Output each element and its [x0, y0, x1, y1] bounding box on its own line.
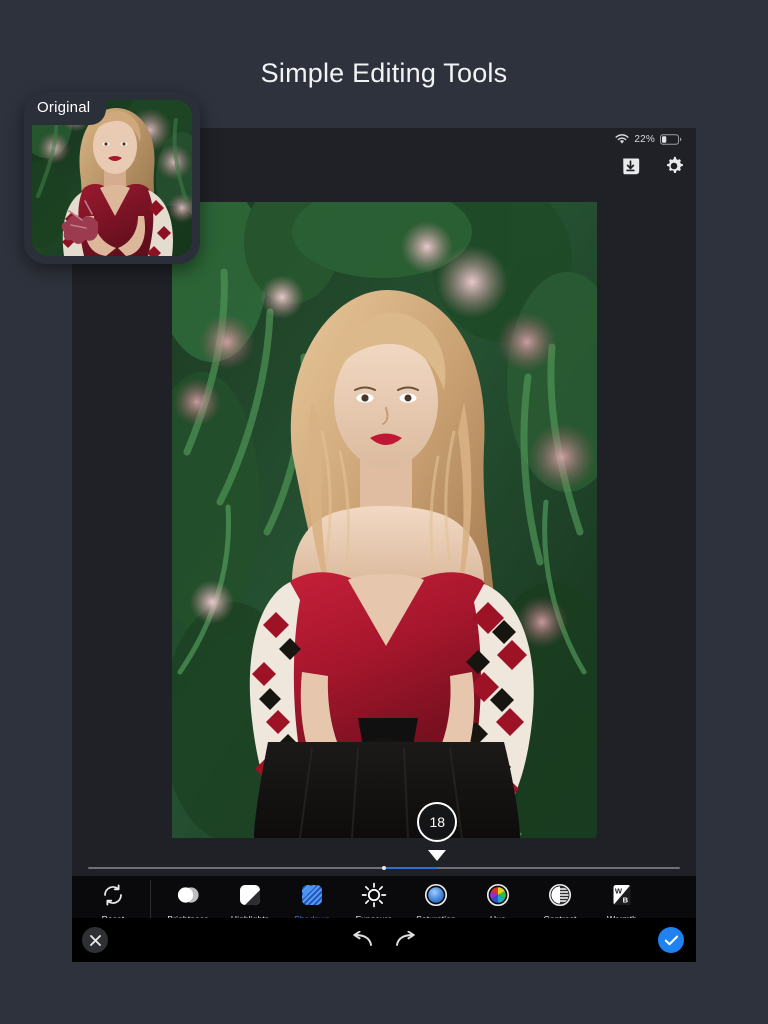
brightness-icon: [177, 887, 199, 903]
slider-fill: [384, 867, 438, 869]
slider-center-tick: [382, 866, 386, 870]
edited-photo[interactable]: [171, 202, 597, 838]
photo-canvas: [72, 180, 696, 892]
original-badge-label: Original: [24, 92, 107, 125]
history-controls: [349, 929, 419, 951]
shadows-icon: [302, 885, 322, 905]
undo-button[interactable]: [349, 929, 375, 951]
bottom-bar: [72, 918, 696, 962]
photo-artwork: [171, 202, 597, 838]
hue-icon: [486, 883, 510, 907]
screenshot-root: Simple Editing Tools 22% 18 W B Original: [0, 0, 768, 1024]
save-button[interactable]: [618, 154, 642, 178]
close-x-icon: [89, 934, 101, 946]
wifi-icon: [615, 133, 629, 144]
undo-arrow-icon: [353, 931, 372, 946]
exposure-icon: [361, 882, 387, 908]
warmth-icon: W B: [613, 885, 631, 905]
tool-exposure[interactable]: Exposure: [343, 876, 405, 924]
warmth-w-letter: W: [615, 886, 623, 895]
warmth-b-letter: B: [623, 895, 629, 904]
checkmark-icon: [664, 935, 678, 945]
reset-icon: [104, 884, 122, 906]
original-preview-card[interactable]: Original: [24, 92, 200, 264]
page-title: Simple Editing Tools: [260, 58, 508, 88]
tool-reset[interactable]: Reset: [82, 876, 144, 924]
battery-percent-label: 22%: [634, 133, 655, 145]
tool-warmth[interactable]: W B Warmth: [591, 876, 653, 924]
adjustment-slider[interactable]: 18: [72, 802, 696, 878]
gear-icon: [667, 156, 683, 173]
redo-button[interactable]: [393, 929, 419, 951]
battery-icon: [660, 133, 682, 145]
tool-contrast[interactable]: Contrast: [529, 876, 591, 924]
tool-highlights[interactable]: Highlights: [219, 876, 281, 924]
tool-saturation[interactable]: Saturation: [405, 876, 467, 924]
app-top-actions: [618, 154, 686, 178]
tool-shadows[interactable]: Shadows: [281, 876, 343, 924]
close-button[interactable]: [82, 927, 108, 953]
tool-brightness[interactable]: Brightness: [157, 876, 219, 924]
slider-track[interactable]: [88, 866, 680, 870]
tool-hue[interactable]: Hue: [467, 876, 529, 924]
redo-arrow-icon: [396, 931, 415, 946]
saturation-icon: [424, 883, 448, 907]
tool-divider: [150, 880, 151, 920]
contrast-icon: [548, 883, 572, 907]
settings-button[interactable]: [662, 154, 686, 178]
confirm-button[interactable]: [658, 927, 684, 953]
highlights-icon: [240, 885, 260, 905]
slider-value-badge: 18: [417, 802, 458, 842]
download-icon: [622, 158, 639, 174]
slider-handle[interactable]: [428, 850, 447, 861]
